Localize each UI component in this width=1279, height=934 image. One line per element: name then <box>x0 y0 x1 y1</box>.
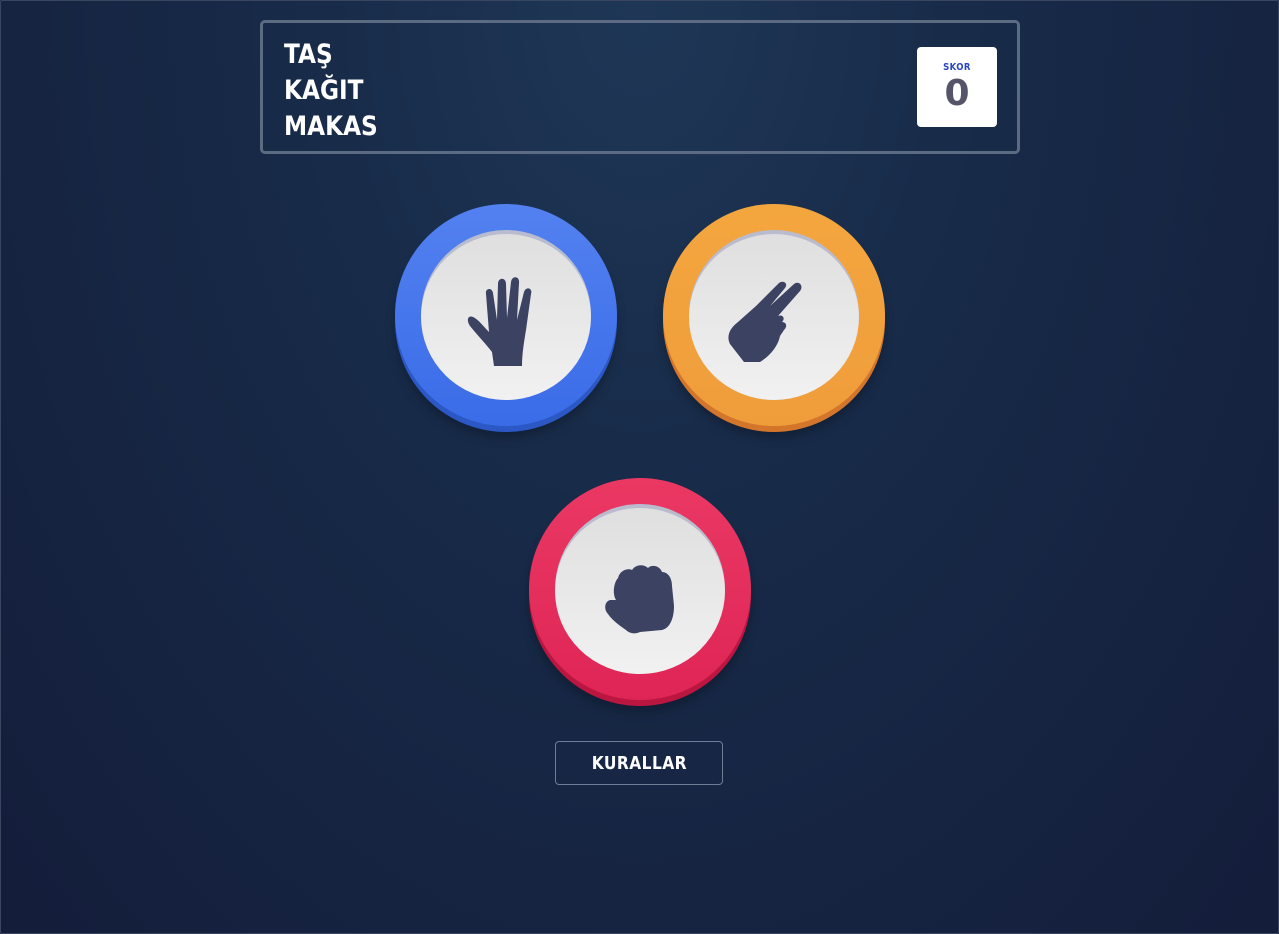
paper-choice-button[interactable] <box>395 204 617 432</box>
rock-choice-button[interactable] <box>529 478 751 706</box>
game-title: TAŞ KAĞIT MAKAS <box>284 37 378 145</box>
hand-paper-icon <box>467 277 532 366</box>
title-line-paper: KAĞIT <box>284 75 364 106</box>
score-value: 0 <box>944 73 970 114</box>
scoreboard-header: TAŞ KAĞIT MAKAS SKOR 0 <box>260 20 1020 154</box>
title-line-scissors: MAKAS <box>284 111 378 142</box>
rules-button-label: KURALLAR <box>591 752 687 774</box>
hand-scissors-icon <box>728 281 802 362</box>
scissors-choice-button[interactable] <box>663 204 885 432</box>
title-line-rock: TAŞ <box>284 39 333 70</box>
score-label: SKOR <box>943 62 971 73</box>
score-box: SKOR 0 <box>917 47 997 127</box>
rules-button[interactable]: KURALLAR <box>555 741 723 785</box>
hand-rock-icon <box>605 565 674 634</box>
